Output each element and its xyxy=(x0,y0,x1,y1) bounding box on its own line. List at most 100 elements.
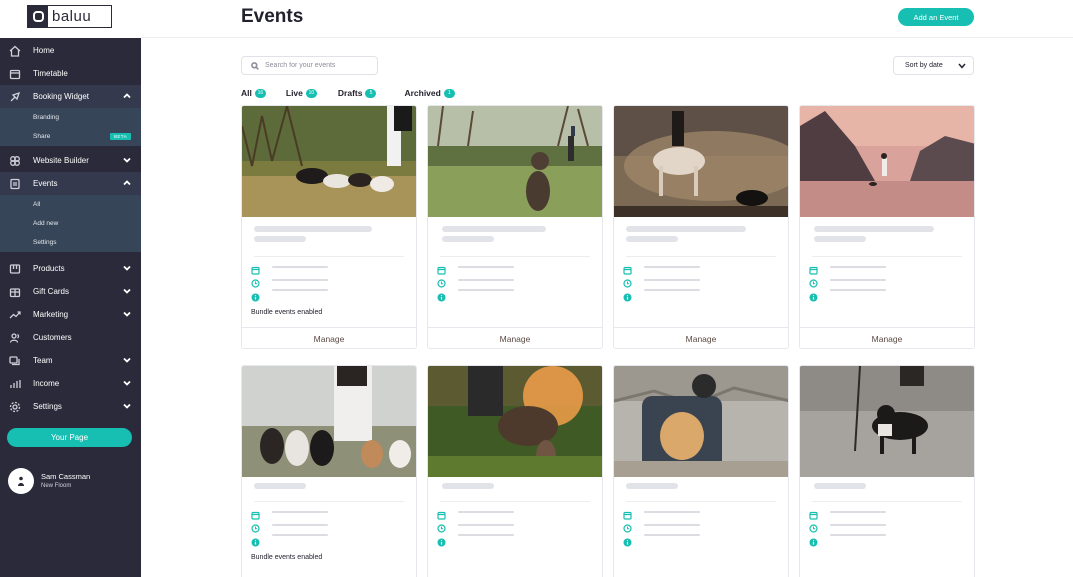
info-placeholder xyxy=(644,534,700,536)
event-card[interactable] xyxy=(799,365,975,577)
clock-icon xyxy=(437,275,446,288)
sidebar-item-label: Events xyxy=(33,179,58,188)
sidebar-subitem-settings[interactable]: Settings xyxy=(0,233,141,252)
box-icon xyxy=(8,262,22,276)
info-placeholder xyxy=(644,289,700,291)
date-placeholder xyxy=(644,266,700,268)
sort-dropdown[interactable]: Sort by date xyxy=(893,56,974,75)
sidebar-subitem-all[interactable]: All xyxy=(0,195,141,214)
subtitle-placeholder xyxy=(626,236,678,242)
date-placeholder xyxy=(272,266,328,268)
sidebar-subitem-share[interactable]: Share BETA xyxy=(0,127,141,146)
info-icon xyxy=(251,289,260,302)
divider xyxy=(254,501,404,502)
event-card[interactable]: Manage xyxy=(427,105,603,349)
tab-drafts[interactable]: Drafts 5 xyxy=(338,88,377,98)
sidebar-item-income[interactable]: Income xyxy=(0,372,141,395)
app: baluu Home Timetable Booking Widget Bran… xyxy=(0,0,1073,577)
event-card[interactable] xyxy=(427,365,603,577)
tab-live[interactable]: Live 10 xyxy=(286,88,317,98)
calendar-icon xyxy=(437,262,446,275)
event-card[interactable]: Bundle events enabled xyxy=(241,365,417,577)
subtitle-placeholder xyxy=(814,483,866,489)
user-business: New Floom xyxy=(41,482,72,489)
bundle-status: Bundle events enabled xyxy=(251,554,323,561)
beta-badge: BETA xyxy=(109,133,131,140)
subitem-label: All xyxy=(33,201,41,208)
date-placeholder xyxy=(830,511,886,513)
add-event-button[interactable]: Add an Event xyxy=(898,8,974,26)
chevron-down-icon xyxy=(123,402,131,410)
event-image xyxy=(428,106,602,217)
sidebar-item-booking-widget[interactable]: Booking Widget xyxy=(0,85,141,108)
your-page-button[interactable]: Your Page xyxy=(7,428,132,447)
calendar-icon xyxy=(623,262,632,275)
sidebar-item-team[interactable]: Team xyxy=(0,349,141,372)
manage-button[interactable]: Manage xyxy=(800,327,974,348)
user-info: Sam Cassman New Floom xyxy=(41,472,90,491)
date-placeholder xyxy=(458,511,514,513)
info-placeholder xyxy=(272,534,328,536)
clock-icon xyxy=(251,520,260,533)
event-card[interactable]: Manage xyxy=(613,105,789,349)
info-icon xyxy=(437,289,446,302)
subtitle-placeholder xyxy=(814,236,866,242)
time-placeholder xyxy=(272,524,328,526)
user-profile[interactable]: Sam Cassman New Floom xyxy=(8,468,90,494)
team-icon xyxy=(8,354,22,368)
brush-icon xyxy=(8,90,22,104)
divider xyxy=(254,256,404,257)
info-placeholder xyxy=(458,289,514,291)
sidebar-item-products[interactable]: Products xyxy=(0,257,141,280)
subitem-label: Add new xyxy=(33,220,59,227)
chevron-up-icon xyxy=(123,179,131,187)
trend-icon xyxy=(8,308,22,322)
date-placeholder xyxy=(644,511,700,513)
event-card[interactable]: Bundle events enabled Manage xyxy=(241,105,417,349)
bars-icon xyxy=(8,377,22,391)
sidebar-item-customers[interactable]: Customers xyxy=(0,326,141,349)
brand-logo[interactable]: baluu xyxy=(27,5,112,28)
manage-button[interactable]: Manage xyxy=(614,327,788,348)
chevron-down-icon xyxy=(123,356,131,364)
info-icon xyxy=(623,289,632,302)
sidebar-item-website-builder[interactable]: Website Builder xyxy=(0,149,141,172)
event-image xyxy=(242,366,416,477)
home-icon xyxy=(8,44,22,58)
sidebar-item-label: Timetable xyxy=(33,69,68,78)
calendar-icon xyxy=(8,67,22,81)
users-icon xyxy=(8,331,22,345)
search-box[interactable] xyxy=(241,56,378,75)
event-image xyxy=(614,366,788,477)
sidebar-item-home[interactable]: Home xyxy=(0,39,141,62)
event-image xyxy=(800,106,974,217)
sidebar-subitem-add-new[interactable]: Add new xyxy=(0,214,141,233)
manage-button[interactable]: Manage xyxy=(428,327,602,348)
date-placeholder xyxy=(272,511,328,513)
sidebar-item-marketing[interactable]: Marketing xyxy=(0,303,141,326)
chevron-down-icon xyxy=(958,63,966,69)
title-placeholder xyxy=(254,226,372,232)
sidebar-item-events[interactable]: Events xyxy=(0,172,141,195)
manage-button[interactable]: Manage xyxy=(242,327,416,348)
tab-all[interactable]: All 16 xyxy=(241,88,266,98)
top-bar: Events Add an Event xyxy=(141,0,1073,38)
sort-label: Sort by date xyxy=(905,62,943,69)
info-icon xyxy=(251,534,260,547)
subtitle-placeholder xyxy=(254,483,306,489)
calendar-icon xyxy=(437,507,446,520)
bundle-status: Bundle events enabled xyxy=(251,309,323,316)
sidebar-item-settings[interactable]: Settings xyxy=(0,395,141,418)
chevron-up-icon xyxy=(123,92,131,100)
sidebar-subitem-branding[interactable]: Branding xyxy=(0,108,141,127)
search-input[interactable] xyxy=(265,62,375,69)
sidebar-item-timetable[interactable]: Timetable xyxy=(0,62,141,85)
sidebar-item-gift-cards[interactable]: Gift Cards xyxy=(0,280,141,303)
clock-icon xyxy=(251,275,260,288)
event-card[interactable] xyxy=(613,365,789,577)
tab-archived[interactable]: Archived 1 xyxy=(404,88,455,98)
gear-icon xyxy=(8,400,22,414)
info-placeholder xyxy=(272,289,328,291)
date-placeholder xyxy=(830,266,886,268)
event-card[interactable]: Manage xyxy=(799,105,975,349)
